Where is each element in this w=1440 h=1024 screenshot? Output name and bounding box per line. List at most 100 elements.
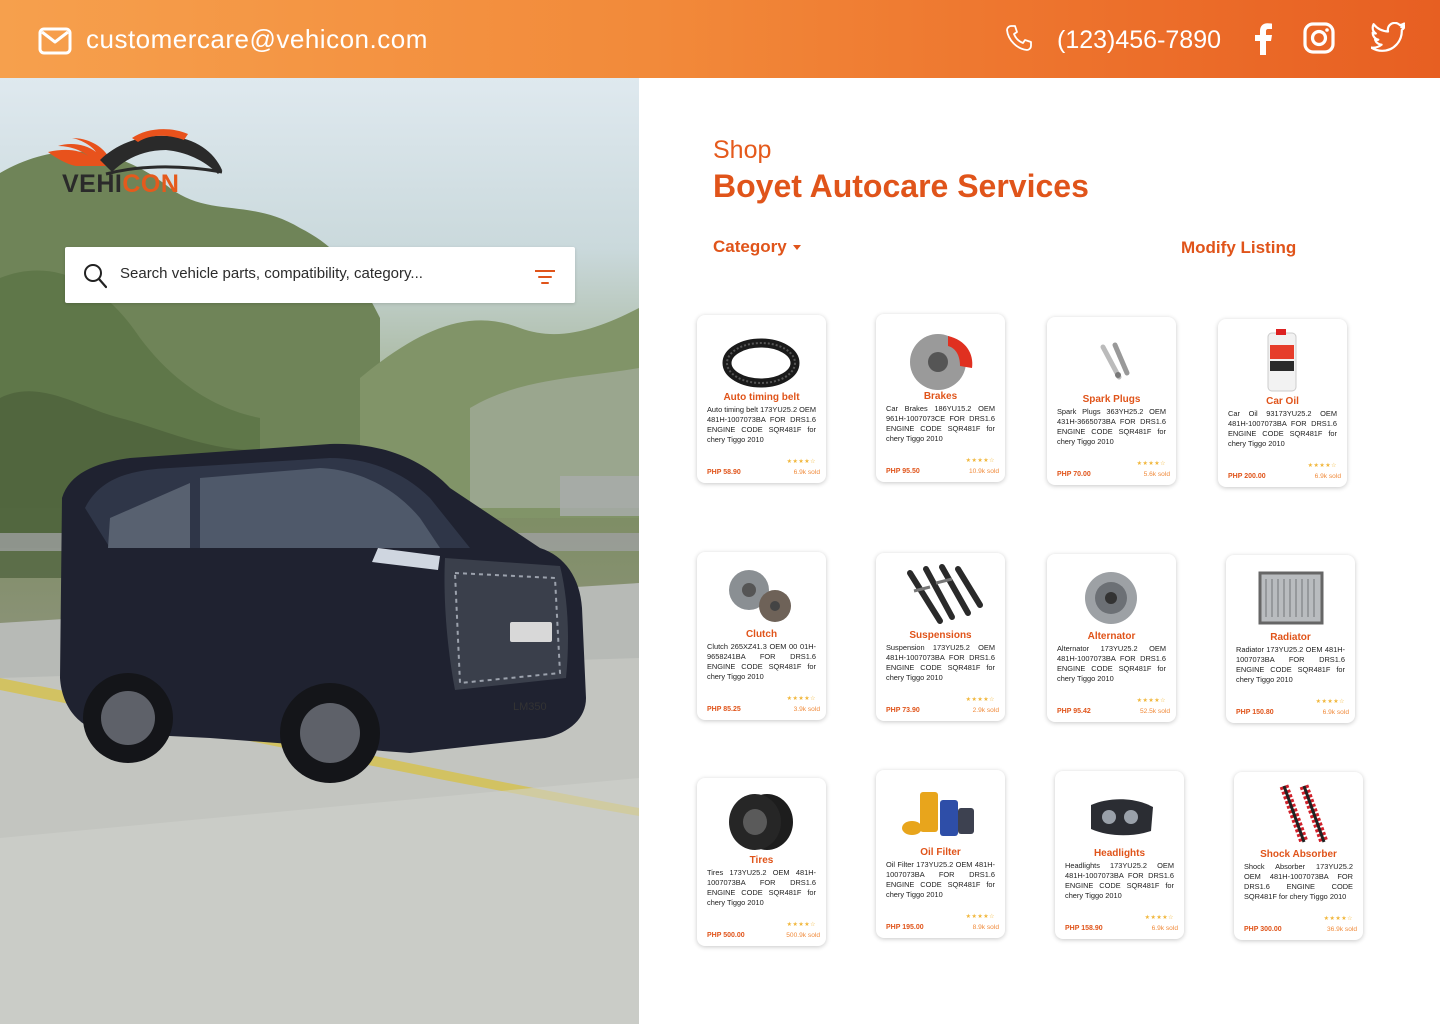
product-price: PHP 300.00 — [1244, 926, 1282, 933]
product-title: Auto timing belt — [723, 392, 800, 403]
product-price: PHP 200.00 — [1228, 473, 1266, 480]
rating-stars: ★★★★☆ — [1307, 463, 1337, 469]
product-sold-count: 2.9k sold — [972, 707, 999, 714]
search-bar[interactable]: Search vehicle parts, compatibility, cat… — [65, 247, 575, 303]
product-price: PHP 158.90 — [1065, 925, 1103, 932]
shop-name: Boyet Autocare Services — [713, 168, 1089, 204]
product-title: Spark Plugs — [1082, 394, 1141, 405]
product-sold-count: 8.9k sold — [972, 924, 999, 931]
category-dropdown[interactable]: Category — [713, 237, 801, 257]
product-price: PHP 95.42 — [1057, 708, 1091, 715]
product-card[interactable]: Headlights Headlights 173YU25.2 OEM 481H… — [1055, 771, 1184, 939]
product-title: Suspensions — [909, 630, 972, 641]
rating-stars: ★★★★☆ — [965, 697, 995, 703]
product-description: Headlights 173YU25.2 OEM 481H-1007073BA … — [1065, 861, 1174, 900]
product-card[interactable]: Shock Absorber Shock Absorber 173YU25.2 … — [1234, 772, 1363, 940]
product-title: Brakes — [923, 391, 958, 402]
shop-label: Shop — [713, 136, 772, 164]
facebook-icon[interactable] — [1253, 23, 1273, 55]
instagram-icon[interactable] — [1303, 22, 1335, 54]
product-title: Shock Absorber — [1260, 849, 1337, 860]
rating-stars: ★★★★☆ — [1136, 698, 1166, 704]
brake-image — [910, 334, 973, 390]
product-price: PHP 85.25 — [707, 706, 741, 713]
alternator-image — [1085, 572, 1137, 624]
product-title: Car Oil — [1266, 396, 1299, 407]
product-price: PHP 58.90 — [707, 469, 741, 476]
product-card[interactable]: Tires Tires 173YU25.2 OEM 481H-1007073BA… — [697, 778, 826, 946]
contact-phone[interactable]: (123)456-7890 — [1057, 26, 1221, 55]
brand-wordmark: VEHICON — [62, 170, 179, 199]
clutch-image — [729, 570, 791, 622]
rating-stars: ★★★★☆ — [786, 459, 816, 465]
product-description: Car Oil 93173YU25.2 OEM 481H-1007073BA F… — [1228, 409, 1337, 448]
product-title: Tires — [749, 855, 774, 866]
shock-absorber-image — [1279, 784, 1329, 844]
mail-icon[interactable] — [38, 27, 72, 55]
product-description: Spark Plugs 363YH25.2 OEM 431H-3665073BA… — [1057, 407, 1166, 446]
rating-stars: ★★★★☆ — [786, 696, 816, 702]
product-description: Suspension 173YU25.2 OEM 481H-1007073BA … — [886, 643, 995, 682]
product-card[interactable]: Radiator Radiator 173YU25.2 OEM 481H-100… — [1226, 555, 1355, 723]
product-price: PHP 70.00 — [1057, 471, 1091, 478]
product-card[interactable]: Clutch Clutch 265XZ41.3 OEM 00 01H-96582… — [697, 552, 826, 720]
rating-stars: ★★★★☆ — [786, 922, 816, 928]
product-sold-count: 6.9k sold — [793, 469, 820, 476]
product-sold-count: 500.9k sold — [786, 932, 820, 939]
license-plate-text: LM350 — [513, 701, 547, 713]
oil-bottle-image — [1267, 329, 1297, 392]
product-price: PHP 150.80 — [1236, 709, 1274, 716]
product-card[interactable]: Auto timing belt Auto timing belt 173YU2… — [697, 315, 826, 483]
product-price: PHP 195.00 — [886, 924, 924, 931]
contact-email[interactable]: customercare@vehicon.com — [86, 24, 428, 55]
product-title: Radiator — [1270, 632, 1311, 643]
product-price: PHP 95.50 — [886, 468, 920, 475]
rating-stars: ★★★★☆ — [1315, 699, 1345, 705]
spark-plug-image — [1100, 342, 1130, 380]
product-card[interactable]: Suspensions Suspension 173YU25.2 OEM 481… — [876, 553, 1005, 721]
product-description: Tires 173YU25.2 OEM 481H-1007073BA FOR D… — [707, 868, 816, 907]
filter-icon[interactable] — [535, 269, 555, 285]
product-title: Oil Filter — [920, 847, 961, 858]
product-title: Headlights — [1093, 848, 1146, 859]
product-card[interactable]: Spark Plugs Spark Plugs 363YH25.2 OEM 43… — [1047, 317, 1176, 485]
product-price: PHP 500.00 — [707, 932, 745, 939]
product-description: Alternator 173YU25.2 OEM 481H-1007073BA … — [1057, 644, 1166, 683]
product-title: Clutch — [745, 629, 778, 640]
rating-stars: ★★★★☆ — [965, 914, 995, 920]
product-sold-count: 6.9k sold — [1151, 925, 1178, 932]
search-input[interactable]: Search vehicle parts, compatibility, cat… — [120, 265, 423, 282]
rating-stars: ★★★★☆ — [1136, 461, 1166, 467]
product-sold-count: 10.9k sold — [968, 468, 999, 475]
phone-icon[interactable] — [1004, 23, 1034, 53]
timing-belt-image — [722, 338, 800, 388]
suspension-image — [907, 564, 983, 624]
product-description: Shock Absorber 173YU25.2 OEM 481H-100707… — [1244, 862, 1353, 901]
product-title: Alternator — [1087, 631, 1136, 642]
radiator-image — [1258, 571, 1324, 625]
caret-down-icon — [792, 245, 801, 251]
brand-wordmark-left: VEHI — [62, 170, 123, 198]
brand-wordmark-right: CON — [122, 170, 180, 198]
product-description: Radiator 173YU25.2 OEM 481H-1007073BA FO… — [1236, 645, 1345, 684]
product-card[interactable]: Oil Filter Oil Filter 173YU25.2 OEM 481H… — [876, 770, 1005, 938]
product-card[interactable]: Car Oil Car Oil 93173YU25.2 OEM 481H-100… — [1218, 319, 1347, 487]
product-sold-count: 6.9k sold — [1314, 473, 1341, 480]
product-description: Oil Filter 173YU25.2 OEM 481H-1007073BA … — [886, 860, 995, 899]
product-sold-count: 52.5k sold — [1139, 708, 1170, 715]
product-description: Car Brakes 186YU15.2 OEM 961H-1007073CE … — [886, 404, 995, 443]
headlight-image — [1091, 799, 1153, 836]
rating-stars: ★★★★☆ — [1323, 916, 1353, 922]
rating-stars: ★★★★☆ — [965, 458, 995, 464]
rating-stars: ★★★★☆ — [1144, 915, 1174, 921]
product-sold-count: 6.9k sold — [1322, 709, 1349, 716]
search-icon[interactable] — [83, 263, 107, 289]
product-sold-count: 3.9k sold — [793, 706, 820, 713]
product-price: PHP 73.90 — [886, 707, 920, 714]
category-label: Category — [713, 237, 787, 256]
modify-listing-button[interactable]: Modify Listing — [1181, 238, 1296, 258]
twitter-icon[interactable] — [1371, 22, 1405, 52]
product-card[interactable]: Alternator Alternator 173YU25.2 OEM 481H… — [1047, 554, 1176, 722]
product-card[interactable]: Brakes Car Brakes 186YU15.2 OEM 961H-100… — [876, 314, 1005, 482]
product-sold-count: 36.9k sold — [1326, 926, 1357, 933]
